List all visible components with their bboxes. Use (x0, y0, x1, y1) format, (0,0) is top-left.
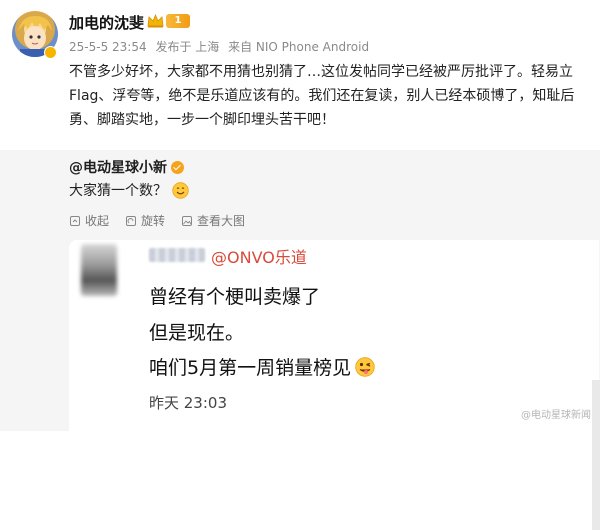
post-source: 来自 NIO Phone Android (228, 40, 370, 54)
repost-author[interactable]: @电动星球小新 (69, 157, 184, 177)
image-watermark: @电动星球新闻 (521, 410, 591, 421)
image-message-text: 咱们5月第一周销量榜见 (149, 357, 352, 379)
collapse-label: 收起 (85, 214, 110, 228)
repost-image[interactable]: @ONVO乐道 曾经有个梗叫卖爆了 但是现在。 咱们5月第一周销量榜见 昨天 2… (69, 240, 599, 431)
vip-badge[interactable]: 1 (147, 13, 190, 29)
rotate-icon (126, 215, 137, 226)
crown-icon (147, 14, 164, 28)
post-text-line: Flag、浮夸等，绝不是乐道应该有的。我们还在复读，别人已经本硕博了，知耻后 (69, 88, 575, 104)
post-text-line: 不管多少好坏，大家都不用猜也别猜了…这位发帖同学已经被严厉批评了。轻易立 (69, 64, 573, 80)
blurred-username (149, 248, 205, 262)
post-meta: 25-5-5 23:54 发布于 上海 来自 NIO Phone Android (69, 38, 374, 55)
repost-text-content: 大家猜一个数？ (69, 183, 167, 199)
post-text-line: 勇、脚踏实地，一步一个脚印埋头苦干吧！ (69, 112, 335, 128)
post-location: 发布于 上海 (155, 40, 220, 54)
collapse-icon (70, 215, 80, 226)
weibo-post: 加电的沈斐 1 25-5-5 23:54 发布于 上海 来自 NIO Phone… (0, 0, 600, 150)
repost-author-name[interactable]: @电动星球小新 (69, 157, 167, 177)
view-large-button[interactable]: 查看大图 (181, 212, 245, 229)
collapse-button[interactable]: 收起 (69, 212, 109, 229)
image-toolbar: 收起 旋转 查看大图 (69, 212, 245, 229)
avatar-verified-badge (44, 46, 57, 59)
post-date[interactable]: 25-5-5 23:54 (69, 40, 147, 54)
post-username[interactable]: 加电的沈斐 (69, 12, 144, 33)
rotate-label: 旋转 (141, 214, 166, 228)
repost-container: @电动星球小新 大家猜一个数？ 收起 旋转 查看大图 @ONVO乐道 曾经有个梗… (0, 150, 600, 530)
image-brand-name: @ONVO乐道 (211, 248, 307, 267)
level-badge: 1 (166, 14, 190, 28)
view-large-label: 查看大图 (197, 214, 246, 228)
post-body: 不管多少好坏，大家都不用猜也别猜了…这位发帖同学已经被严厉批评了。轻易立 Fla… (69, 60, 589, 132)
image-message-line: 曾经有个梗叫卖爆了 (149, 286, 321, 308)
image-icon (182, 215, 193, 226)
repost-text: 大家猜一个数？ (69, 180, 189, 200)
image-edge (592, 380, 600, 530)
blurred-avatar (81, 244, 117, 296)
wink-tongue-emoji-icon (355, 356, 375, 377)
verified-icon (171, 160, 184, 174)
image-message-line: 但是现在。 (149, 322, 245, 344)
image-message-line: 咱们5月第一周销量榜见 (149, 353, 375, 380)
rotate-button[interactable]: 旋转 (125, 212, 165, 229)
image-timestamp: 昨天 23:03 (149, 394, 227, 412)
smile-emoji-icon (172, 181, 189, 199)
